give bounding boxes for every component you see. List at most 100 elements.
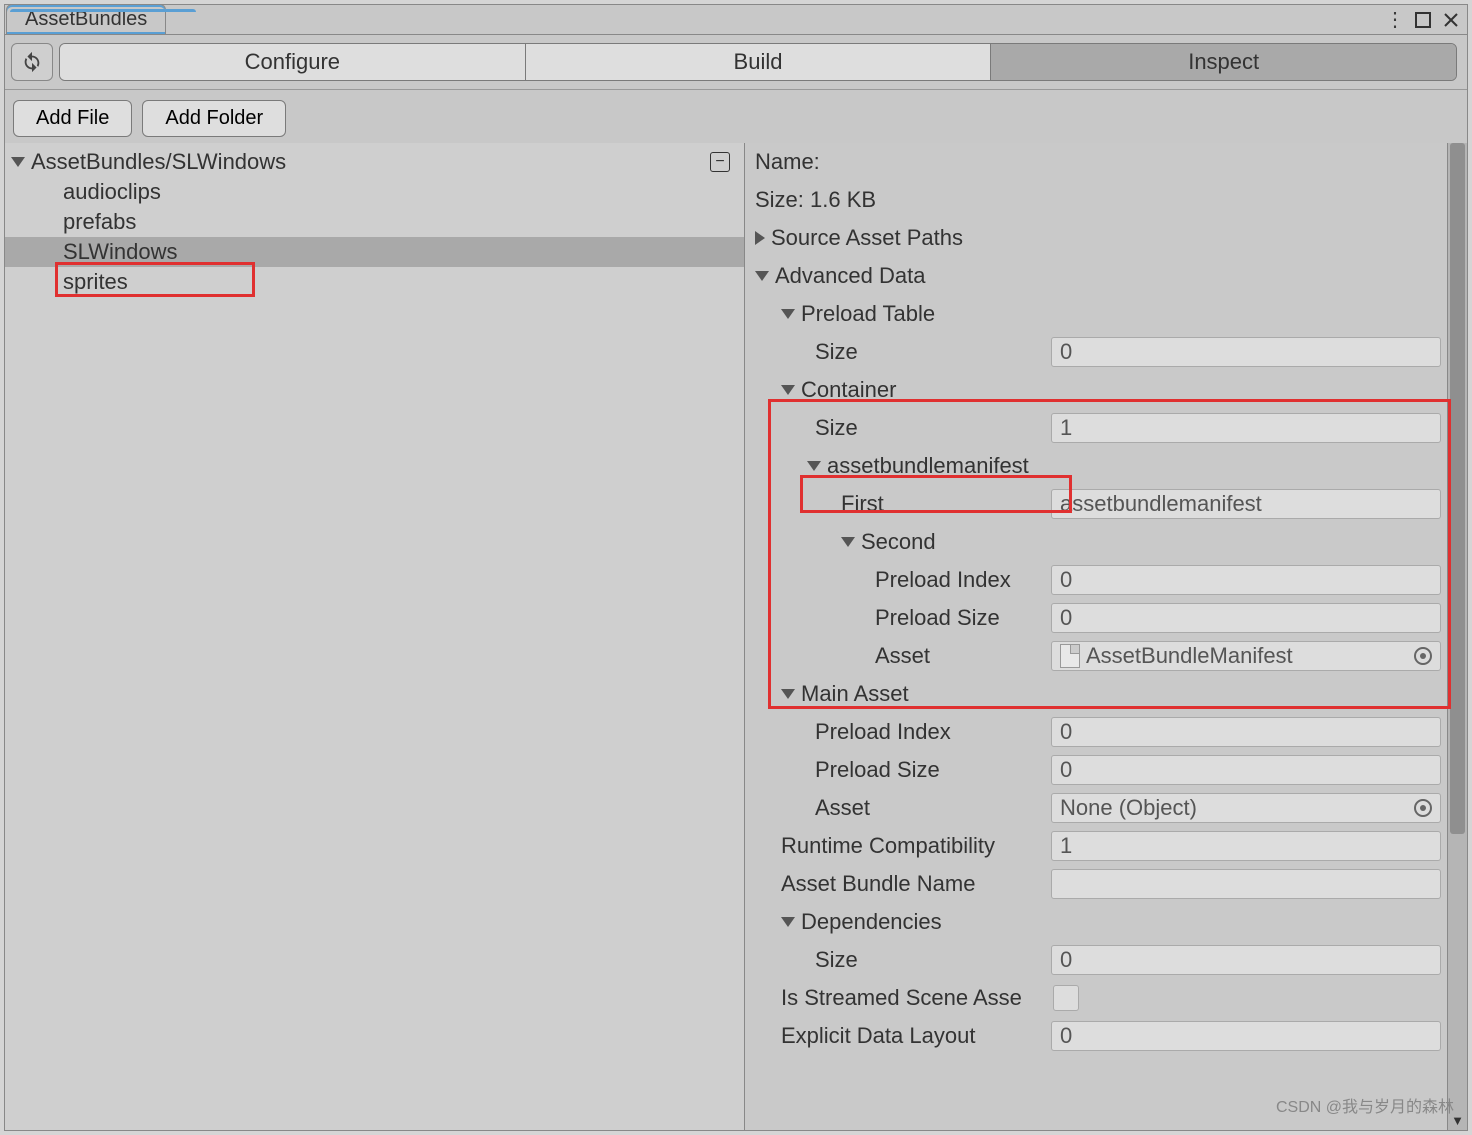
dependencies-size-label: Size <box>815 947 858 973</box>
first-label: First <box>841 491 884 517</box>
preload-index-label: Preload Index <box>875 567 1011 593</box>
dependencies-size-field[interactable]: 0 <box>1051 945 1441 975</box>
tree-item-label: SLWindows <box>63 239 178 264</box>
foldout-icon[interactable] <box>11 157 25 167</box>
tree-item-label: sprites <box>63 269 128 294</box>
tab-inspect-label: Inspect <box>1188 49 1259 75</box>
name-label: Name: <box>755 149 820 175</box>
add-file-button[interactable]: Add File <box>13 100 132 137</box>
field-value: 0 <box>1060 1023 1072 1049</box>
size-label: Size: 1.6 KB <box>755 187 876 213</box>
container-item-label[interactable]: assetbundlemanifest <box>827 453 1029 479</box>
preload-size-label: Preload Size <box>875 605 1000 631</box>
asset-bundle-name-field[interactable] <box>1051 869 1441 899</box>
is-streamed-label: Is Streamed Scene Asse <box>781 985 1022 1011</box>
field-value: None (Object) <box>1060 795 1197 821</box>
field-value: 0 <box>1060 567 1072 593</box>
tab-configure[interactable]: Configure <box>60 44 526 80</box>
preload-size-field[interactable]: 0 <box>1051 603 1441 633</box>
tree-item-slwindows[interactable]: SLWindows <box>5 237 744 267</box>
tree-panel[interactable]: AssetBundles/SLWindows − audioclips pref… <box>5 143 745 1130</box>
tree-root-header[interactable]: AssetBundles/SLWindows − <box>5 147 744 177</box>
field-value: 0 <box>1060 605 1072 631</box>
main-tabs: Configure Build Inspect <box>59 43 1457 81</box>
watermark: CSDN @我与岁月的森林 <box>1276 1093 1454 1117</box>
kebab-menu-icon[interactable]: ⋮ <box>1385 10 1405 30</box>
object-icon <box>1060 644 1080 668</box>
runtime-compat-label: Runtime Compatibility <box>781 833 995 859</box>
foldout-icon[interactable] <box>755 231 765 245</box>
field-value: 0 <box>1060 339 1072 365</box>
main-tabbar: Configure Build Inspect <box>5 35 1467 90</box>
add-file-label: Add File <box>36 107 109 129</box>
main-preload-index-label: Preload Index <box>815 719 951 745</box>
foldout-icon[interactable] <box>755 271 769 281</box>
foldout-icon[interactable] <box>807 461 821 471</box>
tree-item-label: audioclips <box>63 179 161 204</box>
object-picker-icon[interactable] <box>1414 647 1432 665</box>
runtime-compat-field[interactable]: 1 <box>1051 831 1441 861</box>
tree-root-label: AssetBundles/SLWindows <box>31 149 286 175</box>
explicit-data-layout-label: Explicit Data Layout <box>781 1023 975 1049</box>
maximize-icon[interactable] <box>1413 10 1433 30</box>
foldout-icon[interactable] <box>781 309 795 319</box>
field-value: assetbundlemanifest <box>1060 491 1262 517</box>
add-folder-label: Add Folder <box>165 107 263 129</box>
foldout-icon[interactable] <box>781 917 795 927</box>
container-size-label: Size <box>815 415 858 441</box>
advanced-data-label[interactable]: Advanced Data <box>775 263 925 289</box>
main-asset-field[interactable]: None (Object) <box>1051 793 1441 823</box>
tree-item-prefabs[interactable]: prefabs <box>5 207 744 237</box>
tab-build[interactable]: Build <box>526 44 992 80</box>
dependencies-label[interactable]: Dependencies <box>801 909 942 935</box>
content-area: AssetBundles/SLWindows − audioclips pref… <box>5 143 1467 1130</box>
foldout-icon[interactable] <box>781 689 795 699</box>
source-asset-paths-label[interactable]: Source Asset Paths <box>771 225 963 251</box>
asset-bundle-name-label: Asset Bundle Name <box>781 871 975 897</box>
button-row: Add File Add Folder <box>5 90 1467 143</box>
preload-table-label[interactable]: Preload Table <box>801 301 935 327</box>
asset-label: Asset <box>875 643 930 669</box>
main-asset-asset-label: Asset <box>815 795 870 821</box>
tree-root: AssetBundles/SLWindows − audioclips pref… <box>5 143 744 301</box>
explicit-data-layout-field[interactable]: 0 <box>1051 1021 1441 1051</box>
window-frame: AssetBundles ⋮ Configure Build Inspect A… <box>4 4 1468 1131</box>
tree-item-label: prefabs <box>63 209 136 234</box>
field-value: 1 <box>1060 833 1072 859</box>
is-streamed-checkbox[interactable] <box>1053 985 1079 1011</box>
tab-build-label: Build <box>734 49 783 75</box>
close-icon[interactable] <box>1441 10 1461 30</box>
field-value: 0 <box>1060 757 1072 783</box>
main-preload-index-field[interactable]: 0 <box>1051 717 1441 747</box>
foldout-icon[interactable] <box>781 385 795 395</box>
preload-table-size-label: Size <box>815 339 858 365</box>
container-size-field[interactable]: 1 <box>1051 413 1441 443</box>
titlebar: AssetBundles ⋮ <box>5 5 1467 35</box>
refresh-icon <box>21 51 43 73</box>
first-field[interactable]: assetbundlemanifest <box>1051 489 1441 519</box>
field-value: 1 <box>1060 415 1072 441</box>
field-value: AssetBundleManifest <box>1086 643 1293 669</box>
tab-highlight <box>10 9 196 12</box>
container-label[interactable]: Container <box>801 377 896 403</box>
scrollbar[interactable]: ▼ <box>1447 143 1467 1130</box>
collapse-button[interactable]: − <box>710 152 730 172</box>
field-value: 0 <box>1060 719 1072 745</box>
add-folder-button[interactable]: Add Folder <box>142 100 286 137</box>
preload-table-size-field[interactable]: 0 <box>1051 337 1441 367</box>
field-value: 0 <box>1060 947 1072 973</box>
tab-inspect[interactable]: Inspect <box>991 44 1456 80</box>
tab-configure-label: Configure <box>245 49 340 75</box>
second-label[interactable]: Second <box>861 529 936 555</box>
tree-item-audioclips[interactable]: audioclips <box>5 177 744 207</box>
refresh-button[interactable] <box>11 43 53 81</box>
main-preload-size-field[interactable]: 0 <box>1051 755 1441 785</box>
main-preload-size-label: Preload Size <box>815 757 940 783</box>
asset-field[interactable]: AssetBundleManifest <box>1051 641 1441 671</box>
main-asset-label[interactable]: Main Asset <box>801 681 909 707</box>
foldout-icon[interactable] <box>841 537 855 547</box>
tree-item-sprites[interactable]: sprites <box>5 267 744 297</box>
object-picker-icon[interactable] <box>1414 799 1432 817</box>
scrollbar-thumb[interactable] <box>1450 143 1465 834</box>
preload-index-field[interactable]: 0 <box>1051 565 1441 595</box>
